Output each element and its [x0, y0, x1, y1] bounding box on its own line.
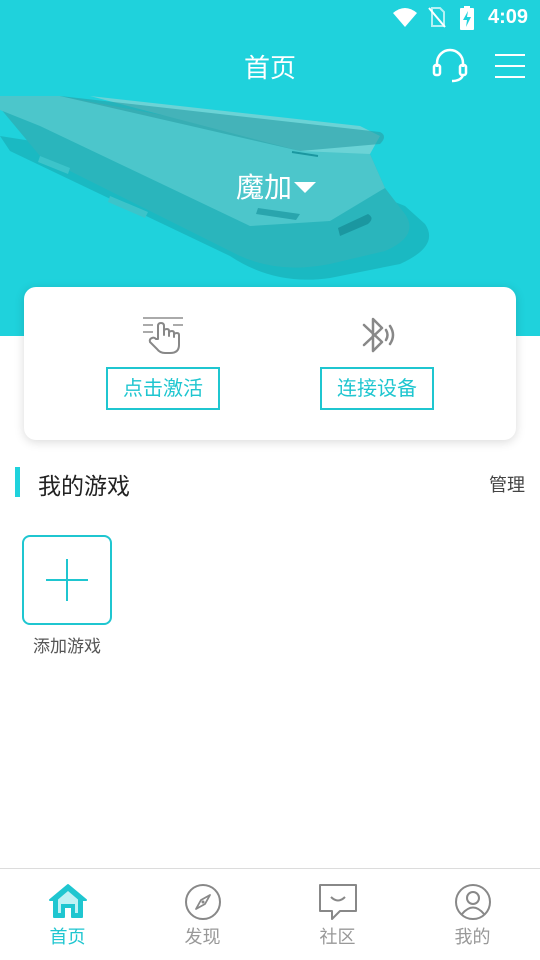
connect-action: 连接设备 [297, 287, 457, 440]
section-title: 我的游戏 [38, 474, 130, 500]
profile-icon [454, 884, 491, 920]
bluetooth-icon [362, 317, 395, 353]
customer-service-button[interactable] [430, 48, 470, 84]
add-game-button[interactable] [22, 535, 112, 625]
manage-button[interactable]: 管理 [489, 471, 525, 497]
menu-button[interactable] [492, 48, 532, 84]
activate-action: 点击激活 [83, 287, 243, 440]
tab-mine[interactable]: 我的 [405, 869, 540, 960]
wifi-icon [393, 8, 417, 27]
no-sim-icon [428, 7, 446, 28]
tab-home-label: 首页 [49, 927, 86, 948]
chat-icon [318, 884, 357, 920]
menu-icon [495, 54, 525, 78]
tab-community[interactable]: 社区 [270, 869, 405, 960]
device-selector[interactable]: 魔加 [236, 166, 317, 206]
home-icon [48, 884, 87, 918]
device-action-card: 点击激活 连接设备 [24, 287, 516, 440]
tab-discover-label: 发现 [184, 927, 221, 948]
tab-discover[interactable]: 发现 [135, 869, 270, 960]
activate-button[interactable]: 点击激活 [106, 367, 220, 410]
section-accent-bar [15, 467, 20, 497]
top-bar: 首页 [0, 36, 540, 96]
status-bar: 4:09 [0, 0, 540, 36]
add-game-label: 添加游戏 [33, 637, 101, 657]
headset-icon [432, 48, 468, 83]
connect-device-button[interactable]: 连接设备 [320, 367, 434, 410]
battery-charging-icon [460, 6, 474, 30]
tab-mine-label: 我的 [454, 927, 491, 948]
tab-home[interactable]: 首页 [0, 869, 135, 960]
tab-community-label: 社区 [319, 927, 356, 948]
status-time: 4:09 [487, 6, 528, 28]
device-name: 魔加 [236, 171, 293, 204]
plus-icon [46, 559, 88, 601]
bottom-tab-bar: 首页 发现 社区 我的 [0, 868, 540, 960]
my-games-header: 我的游戏 管理 [0, 462, 540, 502]
dropdown-triangle-icon [294, 181, 317, 193]
tap-icon [143, 317, 183, 354]
compass-icon [184, 884, 221, 920]
